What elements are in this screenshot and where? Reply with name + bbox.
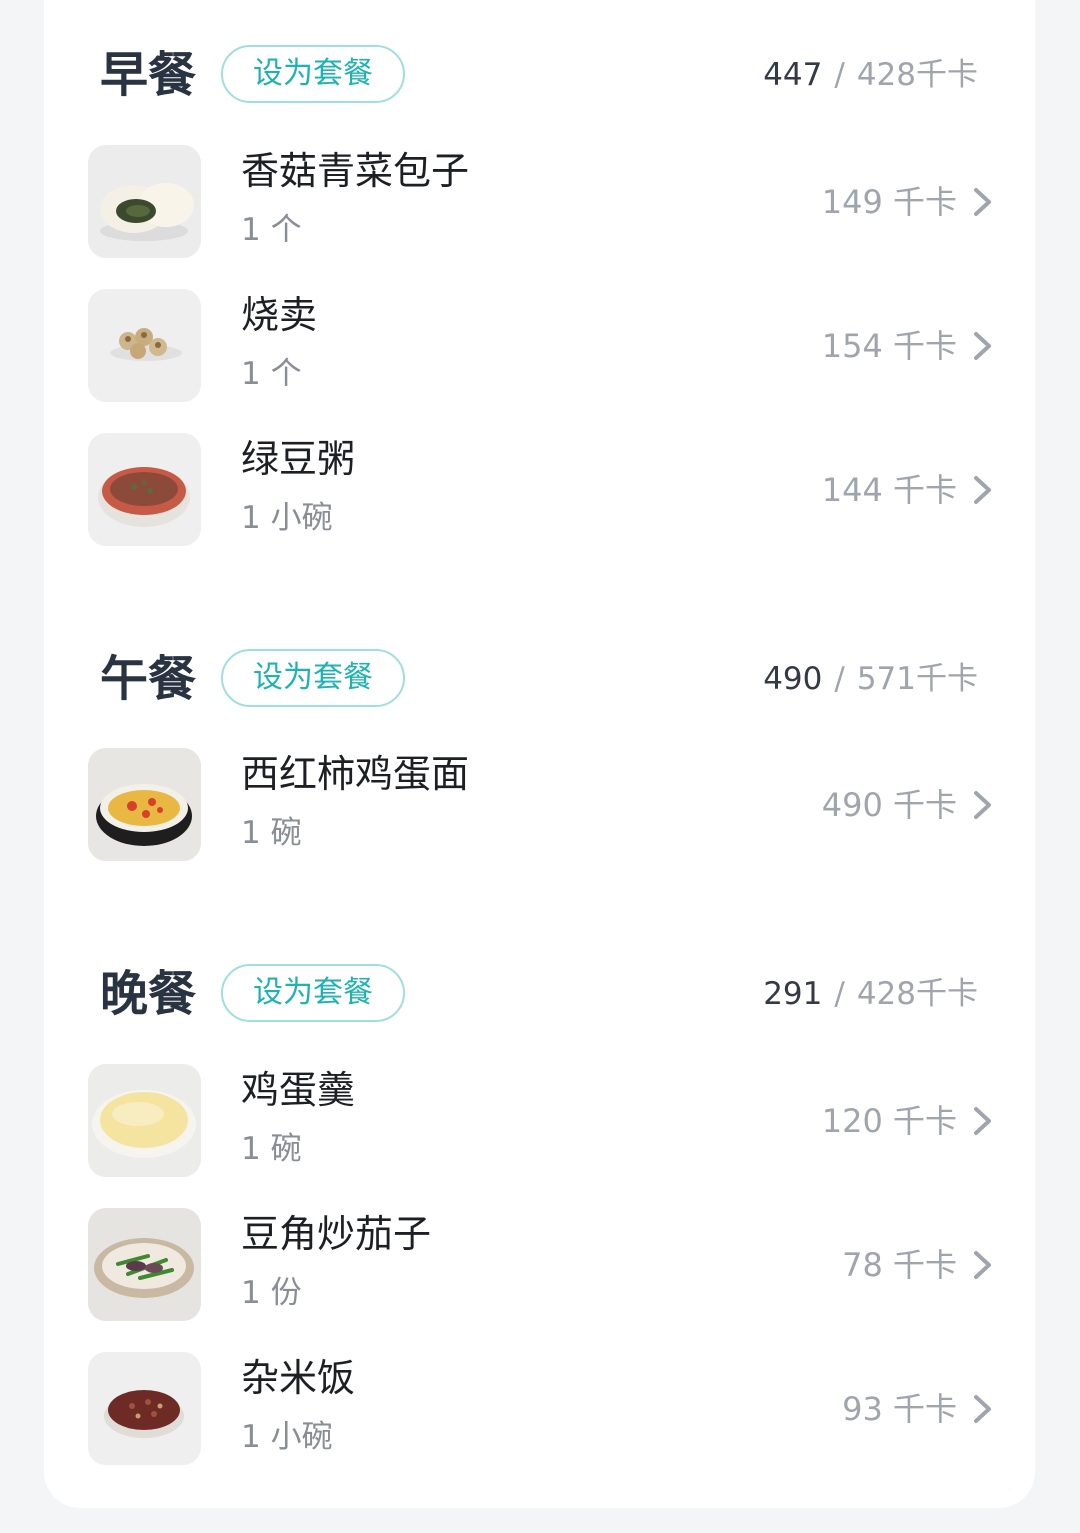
chevron-right-icon — [974, 791, 991, 819]
food-calories: 149 千卡 — [821, 183, 957, 221]
food-portion: 1 个 — [241, 212, 302, 248]
food-portion: 1 个 — [241, 356, 302, 392]
food-calories: 93 千卡 — [842, 1390, 957, 1428]
chevron-right-icon — [974, 188, 991, 216]
meal-calorie-summary: 447 / 428千卡 — [763, 40, 978, 110]
mixed-grain-rice-photo — [88, 1352, 201, 1465]
set-as-combo-button[interactable]: 设为套餐 — [221, 45, 405, 103]
target-calories: 571千卡 — [856, 661, 978, 697]
food-portion: 1 份 — [241, 1275, 302, 1311]
food-row[interactable]: 鸡蛋羹 1 碗 120 千卡 — [44, 1064, 1035, 1180]
food-name: 西红柿鸡蛋面 — [241, 752, 470, 796]
chevron-right-icon — [974, 332, 991, 360]
food-row[interactable]: 绿豆粥 1 小碗 144 千卡 — [44, 433, 1035, 549]
steamed-egg-custard-photo — [88, 1064, 201, 1177]
meal-header-dinner: 晚餐 设为套餐 291 / 428千卡 — [44, 959, 1035, 1029]
food-portion: 1 碗 — [241, 815, 302, 851]
food-row[interactable]: 杂米饭 1 小碗 93 千卡 — [44, 1352, 1035, 1468]
food-calories: 154 千卡 — [821, 327, 957, 365]
meal-title: 早餐 — [100, 47, 197, 103]
food-row[interactable]: 西红柿鸡蛋面 1 碗 490 千卡 — [44, 748, 1035, 864]
food-portion: 1 小碗 — [241, 500, 333, 536]
food-name: 杂米饭 — [241, 1356, 356, 1400]
separator: / — [834, 57, 845, 93]
meal-header-breakfast: 早餐 设为套餐 447 / 428千卡 — [44, 40, 1035, 110]
tomato-egg-noodles-photo — [88, 748, 201, 861]
chevron-right-icon — [974, 476, 991, 504]
food-calories: 120 千卡 — [821, 1102, 957, 1140]
food-row[interactable]: 香菇青菜包子 1 个 149 千卡 — [44, 145, 1035, 261]
food-calories: 144 千卡 — [821, 471, 957, 509]
meal-title: 晚餐 — [100, 966, 197, 1022]
food-calories: 78 千卡 — [842, 1246, 957, 1284]
chevron-right-icon — [974, 1107, 991, 1135]
target-calories: 428千卡 — [856, 976, 978, 1012]
mung-bean-porridge-photo — [88, 433, 201, 546]
food-row[interactable]: 烧卖 1 个 154 千卡 — [44, 289, 1035, 405]
bun-photo — [88, 145, 201, 258]
beans-eggplant-photo — [88, 1208, 201, 1321]
set-as-combo-button[interactable]: 设为套餐 — [221, 964, 405, 1022]
eaten-calories: 291 — [763, 976, 823, 1012]
meal-calorie-summary: 291 / 428千卡 — [763, 959, 978, 1029]
separator: / — [834, 661, 845, 697]
chevron-right-icon — [974, 1395, 991, 1423]
food-name: 鸡蛋羹 — [241, 1068, 356, 1112]
meal-log-card: 早餐 设为套餐 447 / 428千卡 香菇青菜包子 1 个 149 千卡 烧卖 1… — [44, 0, 1035, 1508]
meal-header-lunch: 午餐 设为套餐 490 / 571千卡 — [44, 644, 1035, 714]
meal-calorie-summary: 490 / 571千卡 — [763, 644, 978, 714]
food-portion: 1 碗 — [241, 1131, 302, 1167]
food-name: 绿豆粥 — [241, 437, 356, 481]
food-name: 烧卖 — [241, 293, 318, 337]
separator: / — [834, 976, 845, 1012]
food-row[interactable]: 豆角炒茄子 1 份 78 千卡 — [44, 1208, 1035, 1324]
meal-title: 午餐 — [100, 651, 197, 707]
food-calories: 490 千卡 — [821, 786, 957, 824]
eaten-calories: 447 — [763, 57, 823, 93]
target-calories: 428千卡 — [856, 57, 978, 93]
food-name: 香菇青菜包子 — [241, 149, 470, 193]
eaten-calories: 490 — [763, 661, 823, 697]
food-portion: 1 小碗 — [241, 1419, 333, 1455]
chevron-right-icon — [974, 1251, 991, 1279]
shumai-photo — [88, 289, 201, 402]
set-as-combo-button[interactable]: 设为套餐 — [221, 649, 405, 707]
food-name: 豆角炒茄子 — [241, 1212, 432, 1256]
